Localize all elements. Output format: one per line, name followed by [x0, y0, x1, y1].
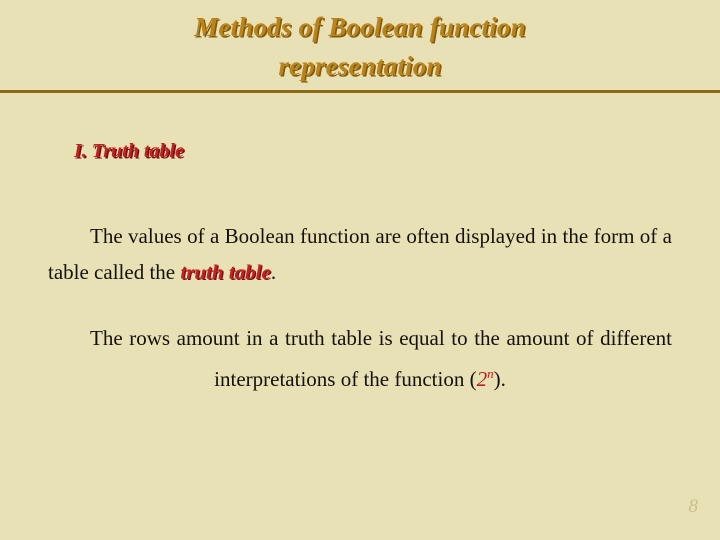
slide-title-line-1: Methods of Boolean function — [194, 12, 526, 42]
paragraph-truth-table-definition: The values of a Boolean function are oft… — [48, 218, 672, 290]
math-base: 2 — [476, 367, 488, 391]
slide-body: The values of a Boolean function are oft… — [48, 218, 672, 397]
paragraph-1-text-after: . — [270, 260, 277, 284]
slide-title: Methods of Boolean function representati… — [60, 8, 660, 86]
page-number: 8 — [688, 496, 699, 517]
paragraph-1-text-before: The values of a Boolean function are oft… — [48, 224, 672, 284]
paragraph-2-text-before: The rows amount in a truth table is equa… — [90, 326, 672, 391]
slide-title-line-2: representation — [278, 51, 442, 81]
title-divider-rule — [0, 90, 720, 93]
section-heading-truth-table: I. Truth table — [74, 140, 184, 162]
emphasis-truth-table: truth table — [180, 260, 271, 284]
slide: Methods of Boolean function representati… — [0, 0, 720, 540]
paragraph-2-text-after: ). — [493, 367, 506, 391]
paragraph-rows-amount: The rows amount in a truth table is equa… — [48, 320, 672, 397]
math-two-to-the-n: 2n — [476, 366, 494, 391]
